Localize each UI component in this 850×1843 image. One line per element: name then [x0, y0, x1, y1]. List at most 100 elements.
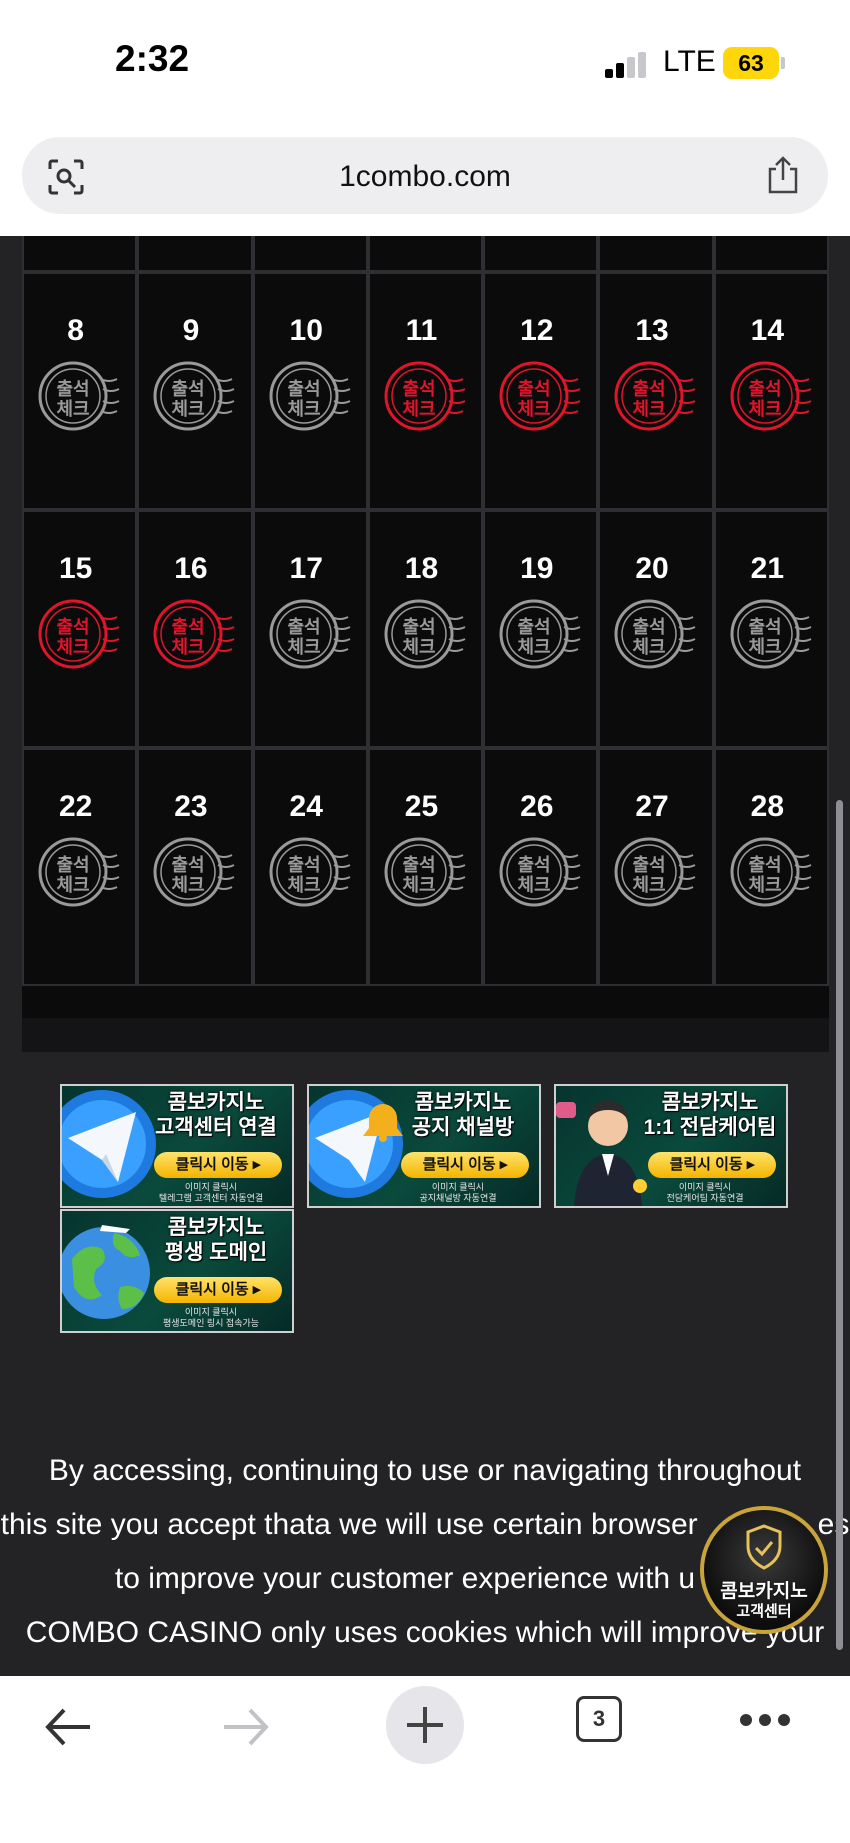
svg-text:출석: 출석 [56, 855, 89, 876]
attendance-stamp-icon: 출석체크 [384, 837, 466, 907]
svg-text:체크: 체크 [402, 875, 435, 896]
banner-button[interactable]: 클릭시 이동 ▸ [154, 1152, 282, 1178]
banner-title: 콤보카지노 [661, 1091, 759, 1114]
calendar-day-number: 20 [635, 552, 669, 585]
banner-note-detail: 평생도메인 링시 접속가능 [162, 1318, 260, 1328]
banner-title: 콤보카지노 [167, 1091, 265, 1114]
calendar-day-cell[interactable]: 21 출석 체크 [713, 510, 829, 748]
calendar-day-cell[interactable]: 13 출석 체크 [598, 272, 714, 510]
badge-title: 콤보카지노 [720, 1581, 808, 1602]
banner-customer-center[interactable]: 콤보카지노 고객센터 연결 클릭시 이동 ▸ 이미지 클릭시 텔레그램 고객센터 자… [60, 1084, 294, 1208]
banner-subtitle: 고객센터 연결 [155, 1116, 277, 1139]
svg-text:체크: 체크 [633, 875, 666, 896]
banner-subtitle: 공지 채널방 [411, 1116, 515, 1139]
new-tab-button[interactable] [386, 1686, 464, 1764]
svg-text:출석: 출석 [518, 855, 551, 876]
svg-text:출석: 출석 [518, 379, 551, 400]
svg-text:출석: 출석 [633, 379, 666, 400]
banner-notice-channel[interactable]: 콤보카지노 공지 채널방 클릭시 이동 ▸ 이미지 클릭시 공지채널방 자동연결 [307, 1084, 541, 1208]
calendar-row-partial [22, 236, 829, 272]
attendance-stamp-icon: 출석체크 [730, 599, 812, 669]
calendar-day-number: 11 [405, 314, 438, 347]
svg-text:체크: 체크 [748, 399, 781, 420]
banner-button[interactable]: 클릭시 이동 ▸ [401, 1152, 529, 1178]
signal-icon [605, 52, 649, 78]
address-bar[interactable]: 1combo.com [22, 137, 828, 214]
banner-note-detail: 공지채널방 자동연결 [419, 1193, 497, 1203]
calendar-day-number: 17 [289, 552, 323, 585]
svg-text:출석: 출석 [518, 617, 551, 638]
status-time: 2:32 [115, 38, 190, 79]
svg-text:체크: 체크 [56, 875, 89, 896]
banner-care-team[interactable]: 콤보카지노 1:1 전담케어팀 클릭시 이동 ▸ 이미지 클릭시 전담케어팀 자동연… [554, 1084, 788, 1208]
svg-text:출석: 출석 [402, 379, 435, 400]
attendance-stamp-icon: 출석체크 [38, 361, 120, 431]
calendar-day-cell[interactable]: 22 출석 체크 [22, 748, 138, 986]
battery-tip [781, 57, 785, 69]
svg-text:체크: 체크 [633, 399, 666, 420]
svg-text:체크: 체크 [518, 875, 551, 896]
calendar-day-cell[interactable]: 28 출석 체크 [713, 748, 829, 986]
plus-icon [407, 1707, 443, 1743]
calendar-day-number: 19 [520, 552, 554, 585]
attendance-stamp-icon: 출석체크 [614, 599, 696, 669]
svg-text:체크: 체크 [172, 875, 205, 896]
svg-text:출석: 출석 [172, 379, 205, 400]
calendar-day-cell[interactable]: 14 출석 체크 [713, 272, 829, 510]
back-icon[interactable] [42, 1700, 96, 1754]
banner-note-detail: 텔레그램 고객센터 자동연결 [158, 1193, 264, 1203]
calendar-day-cell[interactable]: 18 출석 체크 [367, 510, 484, 748]
customer-center-floating-button[interactable]: 콤보카지노 고객센터 [700, 1506, 828, 1634]
svg-text:출석: 출석 [633, 617, 666, 638]
scrollbar[interactable] [836, 800, 843, 1650]
calendar-day-cell[interactable]: 15 출석 체크 [22, 510, 138, 748]
calendar-day-number: 9 [182, 314, 200, 347]
attendance-stamp-icon: 출석체크 [153, 599, 235, 669]
svg-text:출석: 출석 [172, 855, 205, 876]
calendar-footer-bar [22, 1018, 829, 1052]
calendar-day-number: 10 [289, 314, 323, 347]
calendar-day-cell[interactable]: 25 출석 체크 [367, 748, 484, 986]
attendance-stamp-icon: 출석체크 [499, 361, 581, 431]
calendar-day-cell[interactable]: 23 출석 체크 [137, 748, 253, 986]
svg-text:체크: 체크 [402, 399, 435, 420]
attendance-stamp-icon: 출석체크 [38, 599, 120, 669]
more-icon[interactable] [738, 1712, 792, 1728]
svg-text:출석: 출석 [748, 855, 781, 876]
banner-subtitle: 1:1 전담케어팀 [643, 1116, 777, 1139]
calendar-day-cell[interactable]: 20 출석 체크 [598, 510, 714, 748]
calendar-day-cell[interactable]: 12 출석 체크 [483, 272, 599, 510]
attendance-stamp-icon: 출석체크 [614, 361, 696, 431]
calendar-day-cell[interactable]: 16 출석 체크 [137, 510, 253, 748]
svg-text:체크: 체크 [172, 637, 205, 658]
calendar-day-number: 27 [635, 790, 669, 823]
svg-text:출석: 출석 [56, 617, 89, 638]
banner-subtitle: 평생 도메인 [164, 1241, 268, 1264]
calendar-day-cell[interactable]: 27 출석 체크 [598, 748, 714, 986]
calendar-day-cell[interactable]: 24 출석 체크 [252, 748, 368, 986]
banner-button[interactable]: 클릭시 이동 ▸ [154, 1277, 282, 1303]
banner-button[interactable]: 클릭시 이동 ▸ [648, 1152, 776, 1178]
calendar-cell-partial [367, 236, 484, 272]
attendance-stamp-icon: 출석체크 [730, 837, 812, 907]
banner-note: 이미지 클릭시 [184, 1182, 238, 1192]
calendar-day-cell[interactable]: 19 출석 체크 [483, 510, 599, 748]
attendance-stamp-icon: 출석체크 [730, 361, 812, 431]
share-icon[interactable] [766, 155, 800, 195]
url-text[interactable]: 1combo.com [22, 160, 828, 194]
svg-text:체크: 체크 [633, 637, 666, 658]
attendance-stamp-icon: 출석체크 [153, 361, 235, 431]
banner-lifetime-domain[interactable]: 콤보카지노 평생 도메인 클릭시 이동 ▸ 이미지 클릭시 평생도메인 링시 접속가… [60, 1209, 294, 1333]
calendar-day-cell[interactable]: 11 출석 체크 [367, 272, 484, 510]
calendar-day-cell[interactable]: 8 출석 체크 [22, 272, 138, 510]
calendar-day-cell[interactable]: 10 출석 체크 [252, 272, 368, 510]
calendar-day-cell[interactable]: 9 출석 체크 [137, 272, 253, 510]
calendar-day-number: 13 [635, 314, 669, 347]
attendance-stamp-icon: 출석체크 [269, 837, 351, 907]
svg-text:체크: 체크 [56, 637, 89, 658]
attendance-stamp-icon: 출석체크 [153, 837, 235, 907]
calendar-day-cell[interactable]: 26 출석 체크 [483, 748, 599, 986]
tab-switcher-button[interactable]: 3 [576, 1696, 622, 1742]
calendar-day-cell[interactable]: 17 출석 체크 [252, 510, 368, 748]
svg-text:출석: 출석 [287, 855, 320, 876]
